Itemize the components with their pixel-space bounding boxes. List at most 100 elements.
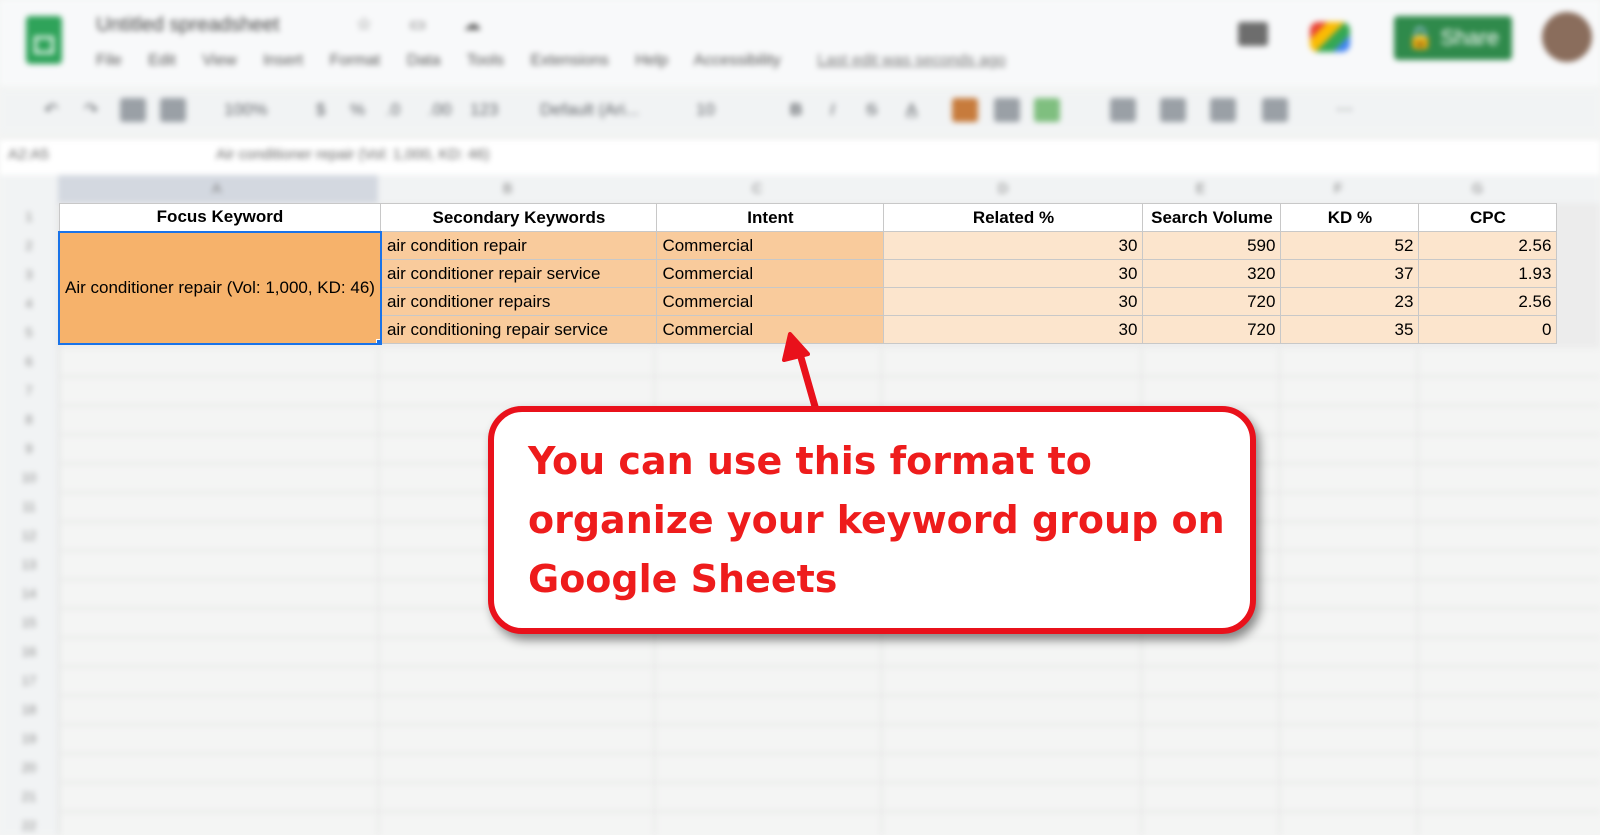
header-secondary-keywords[interactable]: Secondary Keywords (380, 203, 658, 232)
menu-insert[interactable]: Insert (263, 52, 303, 69)
intent-cell[interactable]: Commercial (656, 315, 885, 344)
share-button[interactable]: 🔒 Share (1394, 16, 1512, 60)
intent-cell[interactable]: Commercial (656, 259, 885, 288)
related-cell[interactable]: 30 (883, 287, 1144, 316)
related-cell[interactable]: 30 (883, 315, 1144, 344)
text-color-icon[interactable]: A (906, 100, 917, 120)
fill-color-icon[interactable] (952, 98, 978, 122)
align-icon[interactable] (1110, 98, 1136, 122)
kd-cell[interactable]: 23 (1280, 287, 1420, 316)
row-number[interactable]: 5 (0, 325, 58, 340)
row-number[interactable]: 19 (0, 731, 58, 746)
row-number[interactable]: 11 (0, 499, 58, 514)
row-number[interactable]: 7 (0, 383, 58, 398)
column-c-header[interactable]: C (752, 180, 762, 196)
header-cpc[interactable]: CPC (1418, 203, 1558, 232)
related-cell[interactable]: 30 (883, 259, 1144, 288)
meet-icon[interactable] (1310, 22, 1350, 52)
kd-cell[interactable]: 52 (1280, 231, 1420, 260)
cpc-cell[interactable]: 0 (1418, 315, 1558, 344)
menu-data[interactable]: Data (407, 52, 441, 69)
comments-icon[interactable] (1238, 22, 1268, 46)
bold-icon[interactable]: B (790, 100, 802, 120)
valign-icon[interactable] (1160, 98, 1186, 122)
row-number[interactable]: 2 (0, 238, 58, 253)
column-b-header[interactable]: B (503, 180, 512, 196)
font-size-select[interactable]: 10 (696, 100, 715, 120)
last-edit-link[interactable]: Last edit was seconds ago (817, 52, 1006, 69)
row-number[interactable]: 16 (0, 644, 58, 659)
strikethrough-icon[interactable]: S (866, 100, 877, 120)
column-g-header[interactable]: G (1472, 180, 1483, 196)
merge-cells-icon[interactable] (1034, 98, 1060, 122)
menu-help[interactable]: Help (635, 52, 668, 69)
rotate-icon[interactable] (1262, 98, 1288, 122)
cpc-cell[interactable]: 2.56 (1418, 287, 1558, 316)
row-number[interactable]: 15 (0, 615, 58, 630)
row-number[interactable]: 21 (0, 789, 58, 804)
column-f-header[interactable]: F (1334, 180, 1343, 196)
menu-extensions[interactable]: Extensions (530, 52, 608, 69)
header-related[interactable]: Related % (883, 203, 1144, 232)
row-number[interactable]: 9 (0, 441, 58, 456)
header-intent[interactable]: Intent (656, 203, 885, 232)
formula-input[interactable]: Air conditioner repair (Vol: 1,000, KD: … (216, 146, 489, 163)
italic-icon[interactable]: I (830, 100, 835, 120)
row-number[interactable]: 13 (0, 557, 58, 572)
cpc-cell[interactable]: 1.93 (1418, 259, 1558, 288)
currency-icon[interactable]: $ (316, 100, 325, 120)
row-number[interactable]: 4 (0, 296, 58, 311)
more-formats-icon[interactable]: 123 (470, 100, 498, 120)
secondary-keyword-cell[interactable]: air conditioner repair service (380, 259, 658, 288)
intent-cell[interactable]: Commercial (656, 231, 885, 260)
decimal-decrease-icon[interactable]: .0 (386, 100, 400, 120)
wrap-icon[interactable] (1210, 98, 1236, 122)
row-number[interactable]: 18 (0, 702, 58, 717)
secondary-keyword-cell[interactable]: air conditioning repair service (380, 315, 658, 344)
avatar[interactable] (1542, 12, 1592, 62)
kd-cell[interactable]: 35 (1280, 315, 1420, 344)
header-search-volume[interactable]: Search Volume (1142, 203, 1282, 232)
fill-handle[interactable] (375, 338, 379, 342)
related-cell[interactable]: 30 (883, 231, 1144, 260)
row-number[interactable]: 22 (0, 818, 58, 833)
sheets-logo-icon[interactable] (26, 16, 62, 64)
focus-keyword-cell[interactable]: Air conditioner repair (Vol: 1,000, KD: … (58, 230, 382, 345)
more-icon[interactable]: ⋯ (1336, 100, 1353, 120)
secondary-keyword-cell[interactable]: air condition repair (380, 231, 658, 260)
doc-title[interactable]: Untitled spreadsheet (96, 14, 279, 37)
volume-cell[interactable]: 590 (1142, 231, 1282, 260)
row-number[interactable]: 1 (0, 209, 58, 224)
decimal-increase-icon[interactable]: .00 (428, 100, 452, 120)
menu-format[interactable]: Format (330, 52, 381, 69)
name-box[interactable]: A2:A5 (8, 146, 49, 163)
intent-cell[interactable]: Commercial (656, 287, 885, 316)
volume-cell[interactable]: 320 (1142, 259, 1282, 288)
percent-icon[interactable]: % (350, 100, 365, 120)
row-number[interactable]: 6 (0, 354, 58, 369)
redo-icon[interactable]: ↷ (84, 100, 98, 120)
column-e-header[interactable]: E (1196, 180, 1205, 196)
print-icon[interactable] (120, 98, 146, 122)
borders-icon[interactable] (994, 98, 1020, 122)
row-number[interactable]: 10 (0, 470, 58, 485)
header-focus-keyword[interactable]: Focus Keyword (58, 203, 382, 232)
row-number[interactable]: 8 (0, 412, 58, 427)
row-number[interactable]: 17 (0, 673, 58, 688)
undo-icon[interactable]: ↶ (44, 100, 58, 120)
kd-cell[interactable]: 37 (1280, 259, 1420, 288)
menu-file[interactable]: File (96, 52, 122, 69)
row-number[interactable]: 12 (0, 528, 58, 543)
title-icons[interactable]: ☆ ▭ ☁ (356, 14, 497, 35)
column-d-header[interactable]: D (998, 180, 1008, 196)
header-kd[interactable]: KD % (1280, 203, 1420, 232)
row-number[interactable]: 14 (0, 586, 58, 601)
font-select[interactable]: Default (Ari... (540, 100, 639, 120)
secondary-keyword-cell[interactable]: air conditioner repairs (380, 287, 658, 316)
menu-edit[interactable]: Edit (148, 52, 176, 69)
zoom-select[interactable]: 100% (224, 100, 267, 120)
volume-cell[interactable]: 720 (1142, 287, 1282, 316)
cpc-cell[interactable]: 2.56 (1418, 231, 1558, 260)
volume-cell[interactable]: 720 (1142, 315, 1282, 344)
paint-format-icon[interactable] (160, 98, 186, 122)
